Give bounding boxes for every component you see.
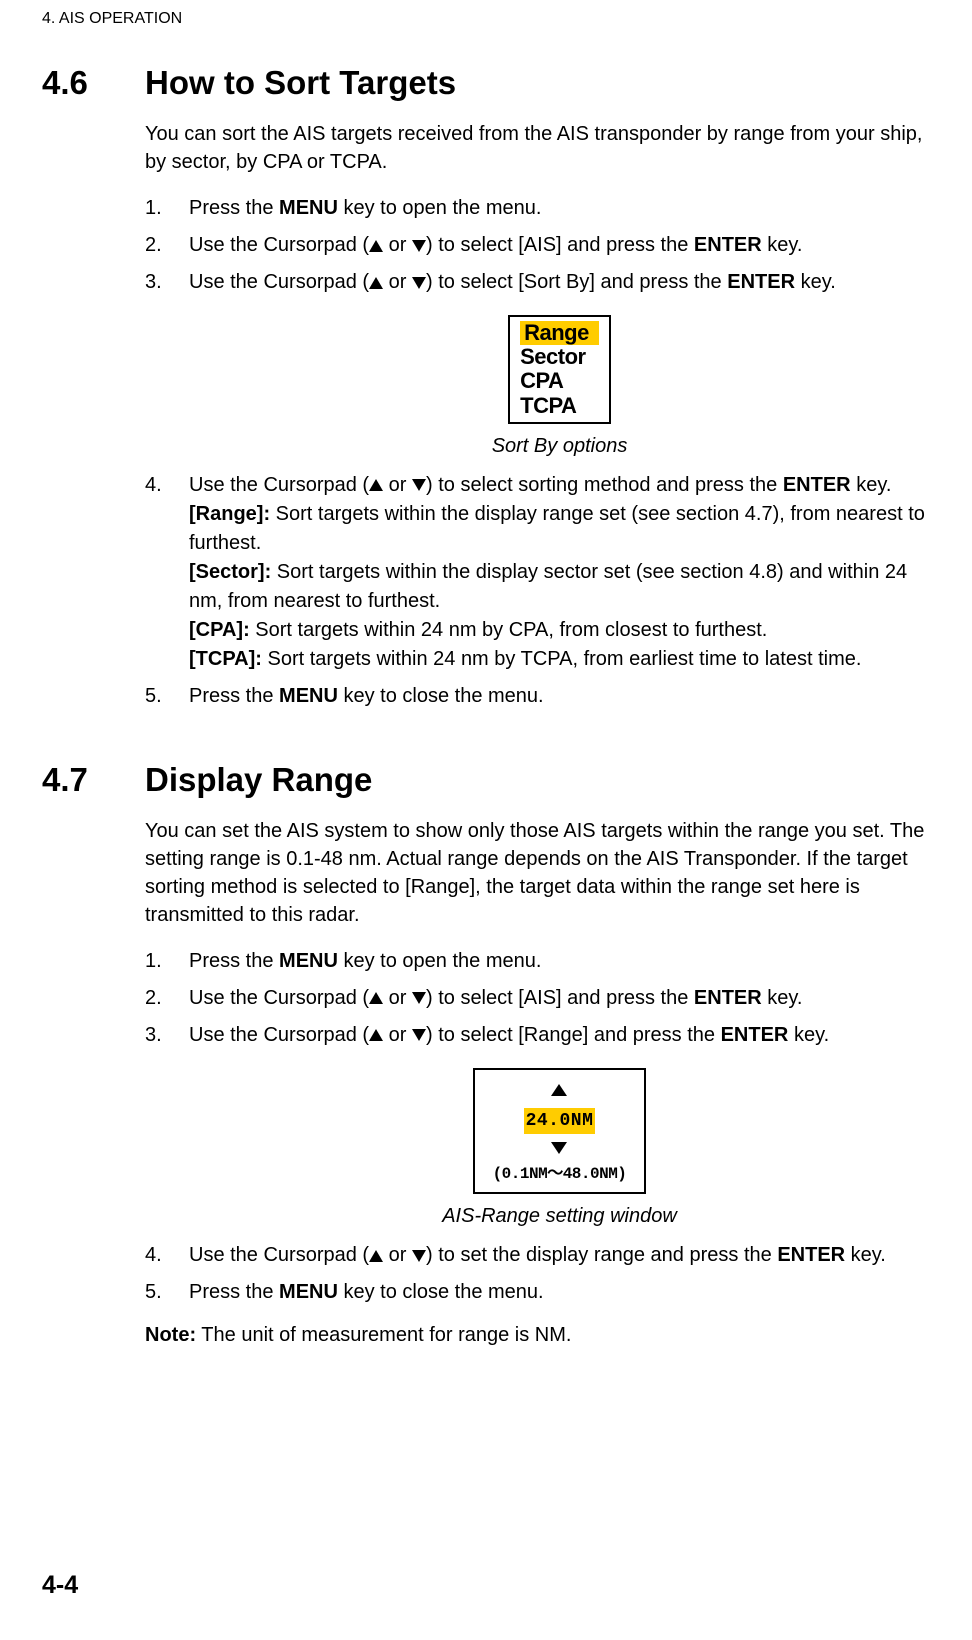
sort-option-tcpa: TCPA — [516, 394, 603, 418]
up-triangle-icon — [369, 479, 383, 491]
step-2: Use the Cursorpad ( or ) to select [AIS]… — [145, 984, 930, 1013]
note: Note: The unit of measurement for range … — [145, 1321, 930, 1350]
step-5: Press the MENU key to close the menu. — [145, 1278, 930, 1307]
down-triangle-icon — [412, 277, 426, 289]
down-triangle-icon — [412, 1029, 426, 1041]
section-title: How to Sort Targets — [145, 64, 456, 102]
down-triangle-icon — [412, 1250, 426, 1262]
section-title: Display Range — [145, 761, 372, 799]
step-5: Press the MENU key to close the menu. — [145, 682, 930, 711]
step-1: Press the MENU key to open the menu. — [145, 194, 930, 223]
up-triangle-icon — [369, 240, 383, 252]
sort-by-options-box: Range Sector CPA TCPA — [508, 315, 611, 424]
down-triangle-icon — [412, 992, 426, 1004]
up-triangle-icon — [369, 1250, 383, 1262]
chapter-header: 4. AIS OPERATION — [42, 10, 930, 28]
up-triangle-icon — [369, 1029, 383, 1041]
step-4: Use the Cursorpad ( or ) to select sorti… — [145, 471, 930, 674]
section-intro: You can set the AIS system to show only … — [145, 817, 930, 929]
up-triangle-icon — [369, 277, 383, 289]
range-setting-box: 24.0NM (0.1NM～48.0NM) — [473, 1068, 647, 1194]
sort-option-cpa: CPA — [516, 369, 603, 393]
section-number: 4.7 — [42, 761, 145, 799]
figure-caption: Sort By options — [189, 432, 930, 461]
range-hint: (0.1NM～48.0NM) — [493, 1163, 627, 1186]
procedure-list: Press the MENU key to open the menu. Use… — [145, 947, 930, 1307]
up-arrow-icon — [551, 1084, 567, 1096]
section-4-7: 4.7 Display Range You can set the AIS sy… — [42, 761, 930, 1350]
step-2: Use the Cursorpad ( or ) to select [AIS]… — [145, 231, 930, 260]
down-triangle-icon — [412, 240, 426, 252]
section-4-6: 4.6 How to Sort Targets You can sort the… — [42, 64, 930, 711]
down-arrow-icon — [551, 1142, 567, 1154]
procedure-list: Press the MENU key to open the menu. Use… — [145, 194, 930, 711]
range-figure: 24.0NM (0.1NM～48.0NM) AIS-Range setting … — [189, 1068, 930, 1231]
step-3: Use the Cursorpad ( or ) to select [Sort… — [145, 268, 930, 461]
sort-option-range: Range — [520, 321, 599, 345]
section-intro: You can sort the AIS targets received fr… — [145, 120, 930, 176]
section-number: 4.6 — [42, 64, 145, 102]
step-3: Use the Cursorpad ( or ) to select [Rang… — [145, 1021, 930, 1231]
range-value: 24.0NM — [524, 1108, 596, 1134]
up-triangle-icon — [369, 992, 383, 1004]
sort-by-figure: Range Sector CPA TCPA Sort By options — [189, 315, 930, 461]
step-4: Use the Cursorpad ( or ) to set the disp… — [145, 1241, 930, 1270]
down-triangle-icon — [412, 479, 426, 491]
page-number: 4-4 — [42, 1571, 78, 1600]
figure-caption: AIS-Range setting window — [189, 1202, 930, 1231]
step-1: Press the MENU key to open the menu. — [145, 947, 930, 976]
sort-option-sector: Sector — [516, 345, 603, 369]
